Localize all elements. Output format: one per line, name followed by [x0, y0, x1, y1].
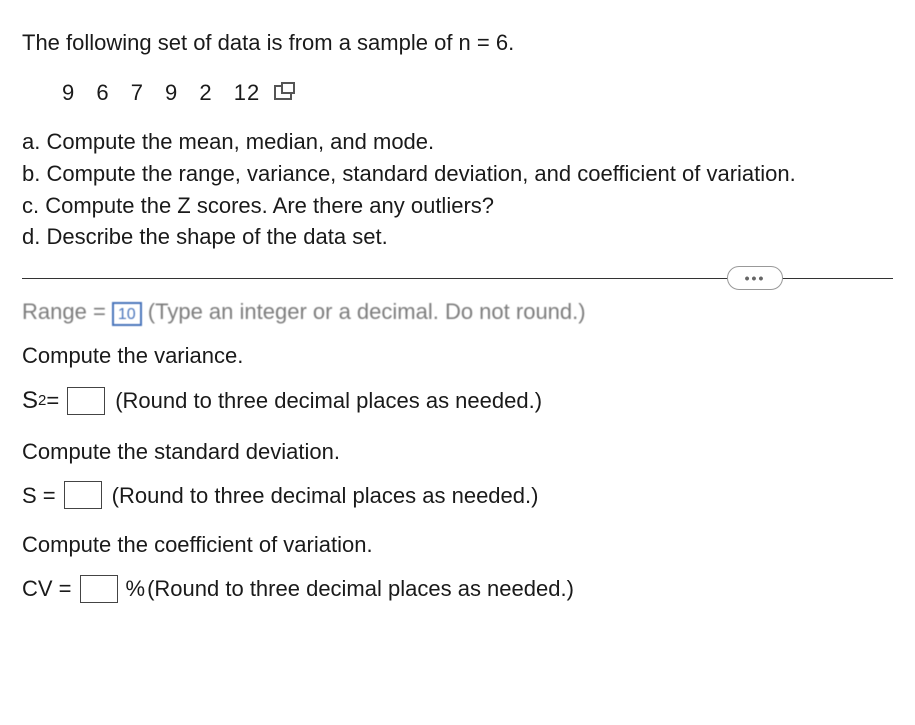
cv-input[interactable] [80, 575, 118, 603]
range-hint: (Type an integer or a decimal. Do not ro… [148, 297, 586, 327]
divider-wrap: ••• [22, 278, 893, 279]
cv-symbol: CV = [22, 574, 72, 604]
cv-hint: (Round to three decimal places as needed… [147, 574, 574, 604]
cv-equation: CV = % (Round to three decimal places as… [22, 574, 893, 604]
cv-unit: % [126, 574, 146, 604]
part-d: d. Describe the shape of the data set. [22, 222, 893, 252]
previous-answer-row: Range = 10 (Type an integer or a decimal… [22, 297, 893, 327]
intro-text: The following set of data is from a samp… [22, 28, 893, 58]
stddev-equation: S = (Round to three decimal places as ne… [22, 481, 893, 511]
variance-equals: = [46, 386, 59, 416]
range-value-box: 10 [112, 302, 142, 326]
part-b: b. Compute the range, variance, standard… [22, 159, 893, 189]
question-parts: a. Compute the mean, median, and mode. b… [22, 127, 893, 252]
more-options-button[interactable]: ••• [727, 266, 783, 290]
part-c: c. Compute the Z scores. Are there any o… [22, 191, 893, 221]
cv-prompt: Compute the coefficient of variation. [22, 530, 893, 560]
part-a: a. Compute the mean, median, and mode. [22, 127, 893, 157]
stddev-input[interactable] [64, 481, 102, 509]
copy-icon[interactable] [274, 85, 292, 100]
data-values: 9 6 7 9 2 12 [62, 78, 260, 108]
variance-symbol: S [22, 385, 38, 417]
variance-superscript: 2 [38, 391, 46, 411]
stddev-prompt: Compute the standard deviation. [22, 437, 893, 467]
stddev-hint: (Round to three decimal places as needed… [112, 481, 539, 511]
variance-input[interactable] [67, 387, 105, 415]
variance-hint: (Round to three decimal places as needed… [115, 386, 542, 416]
range-label: Range = [22, 297, 106, 327]
variance-prompt: Compute the variance. [22, 341, 893, 371]
data-sample-row: 9 6 7 9 2 12 [22, 70, 893, 124]
stddev-symbol: S = [22, 481, 56, 511]
variance-equation: S2 = (Round to three decimal places as n… [22, 385, 893, 417]
